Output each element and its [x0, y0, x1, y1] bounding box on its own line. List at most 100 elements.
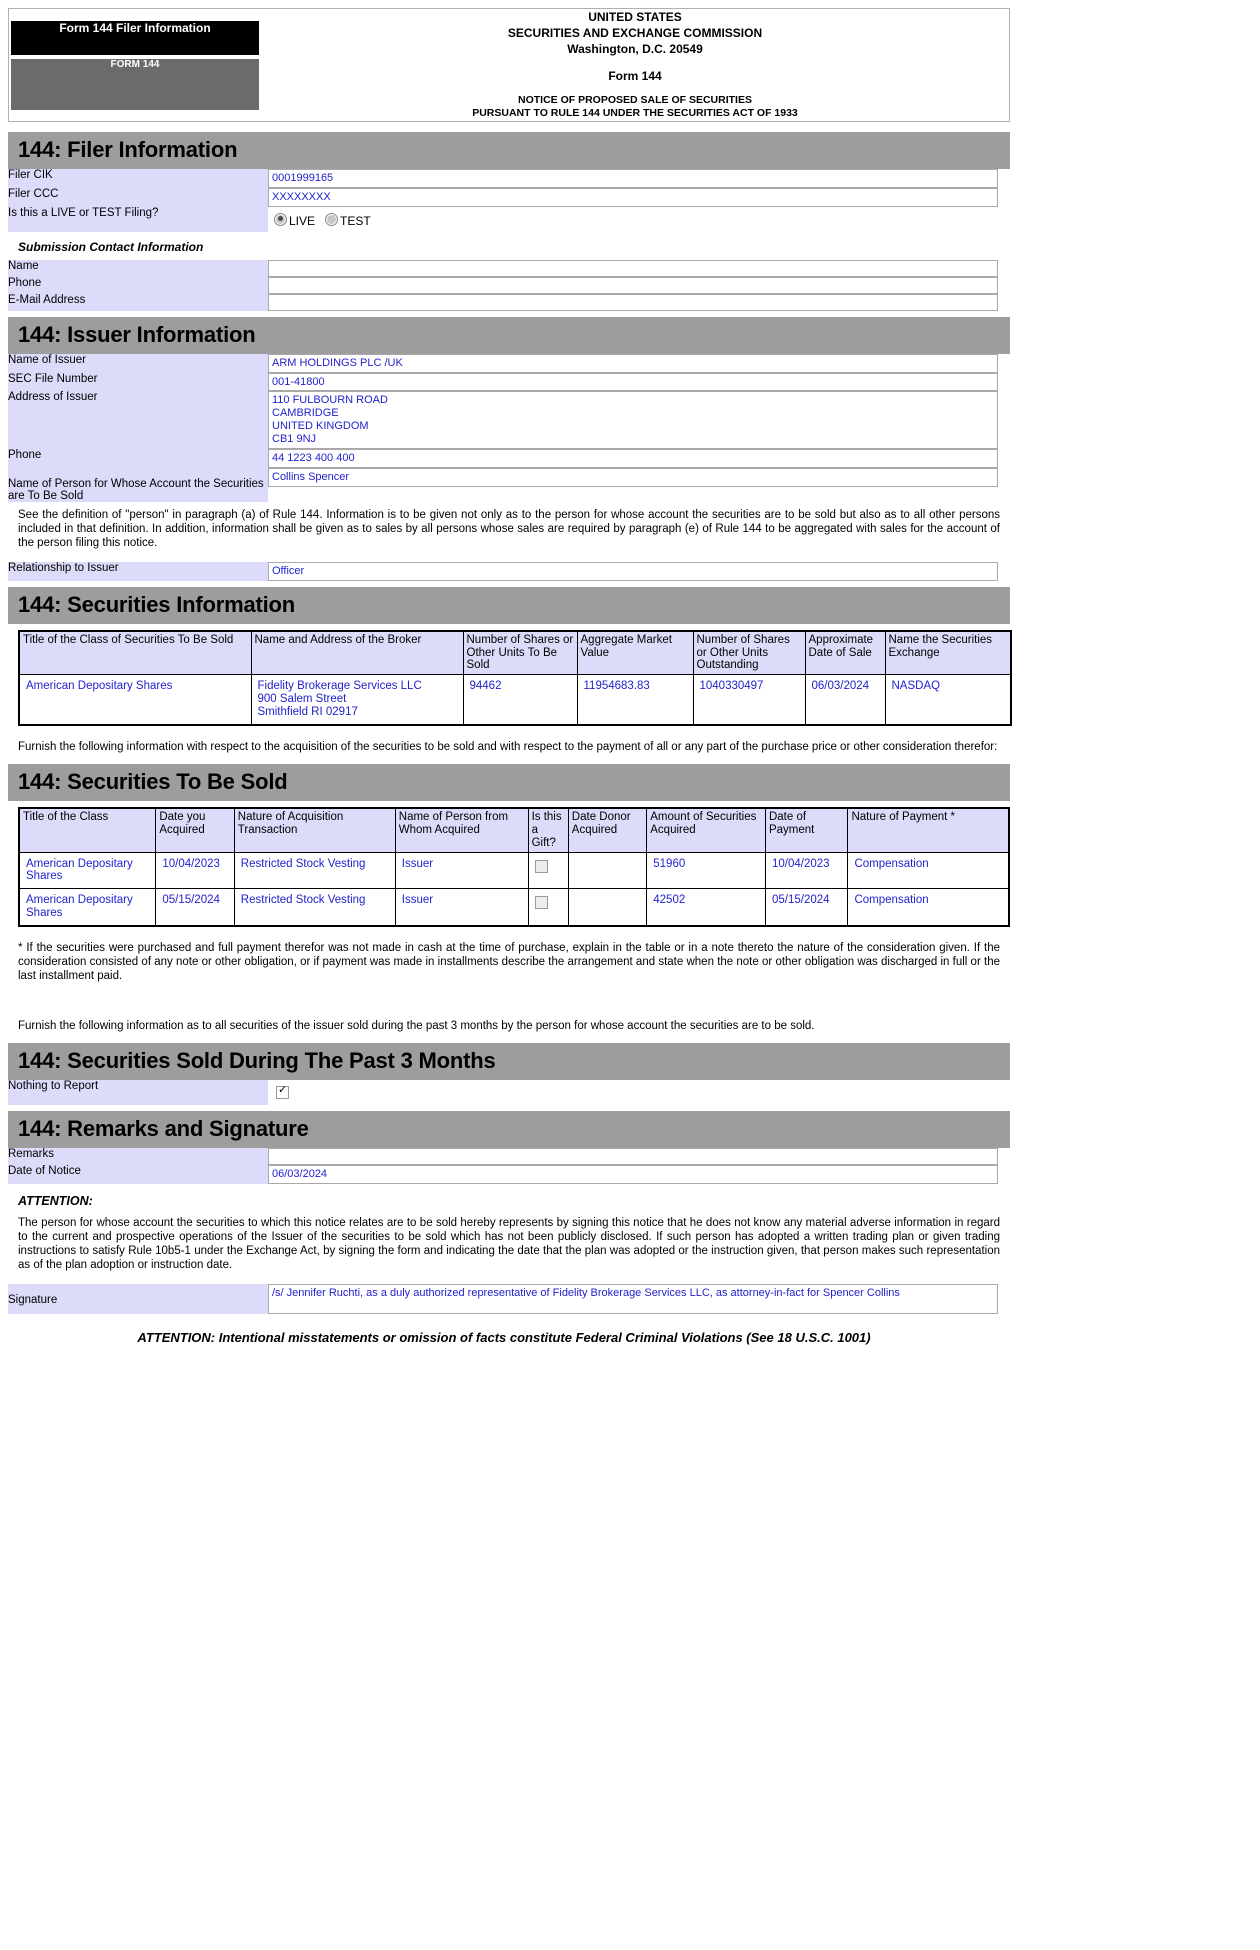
nothing-to-report-fields: Nothing to Report [8, 1080, 1010, 1106]
signature-input[interactable]: /s/ Jennifer Ruchti, as a duly authorize… [268, 1284, 998, 1315]
cell-units-to-sell[interactable]: 94462 [462, 674, 578, 726]
signature-fields: Signature /s/ Jennifer Ruchti, as a duly… [8, 1284, 1010, 1315]
field-row-remarks: Remarks [8, 1148, 1010, 1166]
sec-file-number-label: SEC File Number [8, 372, 268, 392]
field-row-nothing-to-report: Nothing to Report [8, 1080, 1010, 1106]
relationship-label: Relationship to Issuer [8, 561, 268, 581]
table-row: American Depositary Shares 05/15/2024 Re… [18, 888, 1010, 927]
cell-from-whom[interactable]: Issuer [394, 888, 529, 927]
col-units-outstanding: Number of Shares or Other Units Outstand… [692, 630, 806, 676]
field-row-relationship: Relationship to Issuer Officer [8, 561, 1010, 581]
contact-phone-input[interactable] [268, 276, 998, 294]
cell-is-gift[interactable] [527, 851, 569, 890]
cell-date-acquired[interactable]: 10/04/2023 [155, 851, 235, 890]
submission-contact-subhead: Submission Contact Information [18, 239, 204, 254]
contact-email-label: E-Mail Address [8, 293, 268, 311]
filer-cik-input[interactable]: 0001999165 [268, 169, 998, 188]
cell-date-payment[interactable]: 05/15/2024 [764, 888, 849, 927]
masthead-agency-block: UNITED STATES SECURITIES AND EXCHANGE CO… [261, 9, 1010, 122]
cell-date-payment[interactable]: 10/04/2023 [764, 851, 849, 890]
test-radio[interactable] [325, 212, 339, 226]
live-radio[interactable] [274, 212, 287, 226]
cell-nature-acquisition[interactable]: Restricted Stock Vesting [233, 888, 396, 927]
col-title-class: Title of the Class [18, 807, 157, 853]
date-of-notice-label: Date of Notice [8, 1165, 268, 1184]
live-test-radio-group: LIVE TEST [268, 207, 1010, 232]
cell-donor-date[interactable] [567, 851, 648, 890]
cell-date-of-sale[interactable]: 06/03/2024 [804, 674, 886, 726]
live-radio-label: LIVE [289, 213, 316, 228]
issuer-phone-label: Phone [8, 448, 268, 468]
cell-exchange[interactable]: NASDAQ [884, 674, 1012, 726]
table-row: American Depositary Shares 10/04/2023 Re… [18, 851, 1010, 890]
section-header-remarks-signature: 144: Remarks and Signature [8, 1111, 1010, 1149]
field-row-issuer-address: Address of Issuer 110 FULBOURN ROAD CAMB… [8, 391, 1010, 449]
filer-cik-label: Filer CIK [8, 169, 268, 188]
section-header-issuer-information: 144: Issuer Information [8, 316, 1010, 354]
filer-ccc-input[interactable]: XXXXXXXX [268, 187, 998, 207]
notice-line-1: NOTICE OF PROPOSED SALE OF SECURITIES [518, 93, 752, 106]
nothing-to-report-checkbox[interactable] [276, 1084, 289, 1100]
cell-donor-date[interactable] [567, 888, 648, 927]
issuer-name-input[interactable]: ARM HOLDINGS PLC /UK [268, 353, 998, 373]
section-header-securities-to-be-sold: 144: Securities To Be Sold [8, 763, 1010, 801]
remarks-input[interactable] [268, 1148, 998, 1166]
col-donor-date: Date Donor Acquired [567, 807, 648, 853]
field-row-live-test: Is this a LIVE or TEST Filing? LIVE TEST [8, 206, 1010, 232]
cell-date-acquired[interactable]: 05/15/2024 [155, 888, 235, 927]
col-amount-acquired: Amount of Securities Acquired [646, 807, 766, 853]
col-title-class: Title of the Class of Securities To Be S… [18, 630, 252, 676]
col-nature-payment: Nature of Payment * [847, 807, 1010, 853]
col-date-payment: Date of Payment [764, 807, 849, 853]
contact-email-input[interactable] [268, 293, 998, 311]
cell-is-gift[interactable] [527, 888, 569, 927]
cell-nature-payment[interactable]: Compensation [847, 851, 1010, 890]
col-units-to-sell: Number of Shares or Other Units To Be So… [462, 630, 578, 676]
table-row: American Depositary Shares Fidelity Brok… [18, 674, 1012, 726]
relationship-fields: Relationship to Issuer Officer [8, 561, 1010, 581]
remarks-fields: Remarks Date of Notice 06/03/2024 [8, 1148, 1010, 1184]
section-header-securities-information: 144: Securities Information [8, 586, 1010, 624]
cell-nature-acquisition[interactable]: Restricted Stock Vesting [233, 851, 396, 890]
cell-market-value[interactable]: 11954683.83 [576, 674, 694, 726]
sec-file-number-input[interactable]: 001-41800 [268, 372, 998, 392]
furnish-paragraph-1: Furnish the following information with r… [18, 740, 998, 753]
cell-nature-payment[interactable]: Compensation [847, 888, 1010, 927]
relationship-input[interactable]: Officer [268, 561, 998, 581]
issuer-address-input[interactable]: 110 FULBOURN ROAD CAMBRIDGE UNITED KINGD… [268, 391, 998, 449]
cell-units-outstanding[interactable]: 1040330497 [692, 674, 806, 726]
issuer-phone-input[interactable]: 44 1223 400 400 [268, 448, 998, 468]
cell-from-whom[interactable]: Issuer [394, 851, 529, 890]
table-header-row: Title of the Class Date you Acquired Nat… [18, 807, 1010, 853]
filer-information-tab[interactable]: Form 144 Filer Information [9, 18, 261, 57]
live-test-label: Is this a LIVE or TEST Filing? [8, 206, 268, 232]
cell-amount-acquired[interactable]: 51960 [646, 851, 766, 890]
notice-line-2: PURSUANT TO RULE 144 UNDER THE SECURITIE… [472, 107, 798, 120]
col-broker: Name and Address of the Broker [250, 630, 464, 676]
gift-checkbox[interactable] [534, 896, 548, 910]
issuer-information-fields: Name of Issuer ARM HOLDINGS PLC /UK SEC … [8, 353, 1010, 502]
cell-title-class[interactable]: American Depositary Shares [18, 888, 157, 927]
cell-title-class[interactable]: American Depositary Shares [18, 674, 252, 726]
issuer-name-label: Name of Issuer [8, 353, 268, 373]
contact-name-input[interactable] [268, 259, 998, 277]
account-person-input[interactable]: Collins Spencer [268, 467, 998, 487]
field-row-issuer-name: Name of Issuer ARM HOLDINGS PLC /UK [8, 353, 1010, 373]
section-header-filer-information: 144: Filer Information [8, 132, 1010, 170]
account-person-label: Name of Person for Whose Account the Sec… [8, 467, 268, 502]
cell-amount-acquired[interactable]: 42502 [646, 888, 766, 927]
cell-title-class[interactable]: American Depositary Shares [18, 851, 157, 890]
date-of-notice-input[interactable]: 06/03/2024 [268, 1165, 998, 1184]
filer-ccc-label: Filer CCC [8, 187, 268, 207]
filer-information-fields: Filer CIK 0001999165 Filer CCC XXXXXXXX … [8, 169, 1010, 311]
footer-attention-note: ATTENTION: Intentional misstatements or … [137, 1330, 871, 1346]
submission-contact-subheading-row: Submission Contact Information [8, 231, 1010, 260]
field-row-signature: Signature /s/ Jennifer Ruchti, as a duly… [8, 1284, 1010, 1315]
field-row-contact-name: Name [8, 259, 1010, 277]
form-144-tab[interactable]: FORM 144 [9, 56, 261, 112]
col-is-gift: Is this a Gift? [527, 807, 569, 853]
gift-checkbox[interactable] [534, 859, 548, 873]
cell-broker[interactable]: Fidelity Brokerage Services LLC 900 Sale… [250, 674, 464, 726]
attention-paragraph: The person for whose account the securit… [18, 1216, 1000, 1272]
field-row-sec-file-number: SEC File Number 001-41800 [8, 372, 1010, 392]
